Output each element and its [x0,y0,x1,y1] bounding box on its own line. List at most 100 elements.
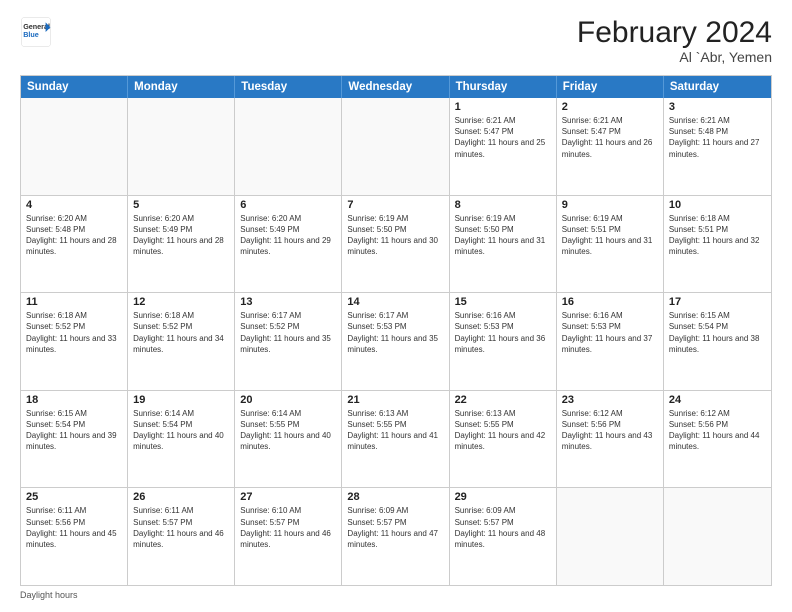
calendar-cell: 19Sunrise: 6:14 AMSunset: 5:54 PMDayligh… [128,391,235,488]
calendar-cell-empty [557,488,664,585]
day-number: 20 [240,394,336,406]
calendar-cell-empty [235,98,342,195]
day-number: 21 [347,394,443,406]
calendar-header-cell: Monday [128,76,235,98]
cell-info: Sunrise: 6:09 AMSunset: 5:57 PMDaylight:… [455,505,551,550]
cell-info: Sunrise: 6:14 AMSunset: 5:54 PMDaylight:… [133,408,229,453]
calendar-header-cell: Thursday [450,76,557,98]
calendar-cell: 28Sunrise: 6:09 AMSunset: 5:57 PMDayligh… [342,488,449,585]
day-number: 13 [240,296,336,308]
page-subtitle: Al `Abr, Yemen [577,49,772,65]
day-number: 8 [455,199,551,211]
calendar-cell: 8 Sunrise: 6:19 AMSunset: 5:50 PMDaylight… [450,196,557,293]
calendar-header-cell: Wednesday [342,76,449,98]
day-number: 3 [669,101,766,113]
cell-info: Sunrise: 6:10 AMSunset: 5:57 PMDaylight:… [240,505,336,550]
calendar-cell: 20 Sunrise: 6:14 AMSunset: 5:55 PMDayligh… [235,391,342,488]
cell-info: Sunrise: 6:19 AMSunset: 5:51 PMDaylight:… [562,213,658,258]
calendar-cell: 6 Sunrise: 6:20 AMSunset: 5:49 PMDaylight… [235,196,342,293]
calendar-header-cell: Saturday [664,76,771,98]
day-number: 9 [562,199,658,211]
calendar: SundayMondayTuesdayWednesdayThursdayFrid… [20,75,772,586]
day-number: 1 [455,101,551,113]
cell-info: Sunrise: 6:13 AMSunset: 5:55 PMDaylight:… [455,408,551,453]
calendar-cell: 18Sunrise: 6:15 AMSunset: 5:54 PMDayligh… [21,391,128,488]
cell-info: Sunrise: 6:21 AMSunset: 5:47 PMDaylight:… [455,115,551,160]
cell-info: Sunrise: 6:18 AMSunset: 5:52 PMDaylight:… [26,310,122,355]
calendar-body: 1 Sunrise: 6:21 AMSunset: 5:47 PMDaylight… [21,98,771,585]
day-number: 24 [669,394,766,406]
cell-info: Sunrise: 6:21 AMSunset: 5:48 PMDaylight:… [669,115,766,160]
cell-info: Sunrise: 6:12 AMSunset: 5:56 PMDaylight:… [562,408,658,453]
day-number: 11 [26,296,122,308]
calendar-row: 4 Sunrise: 6:20 AMSunset: 5:48 PMDaylight… [21,195,771,293]
footer-text: Daylight hours [20,590,78,600]
day-number: 6 [240,199,336,211]
calendar-header-cell: Tuesday [235,76,342,98]
calendar-cell: 17Sunrise: 6:15 AMSunset: 5:54 PMDayligh… [664,293,771,390]
calendar-cell: 24 Sunrise: 6:12 AMSunset: 5:56 PMDayligh… [664,391,771,488]
footer-note: Daylight hours [20,590,772,600]
calendar-cell: 11 Sunrise: 6:18 AMSunset: 5:52 PMDayligh… [21,293,128,390]
calendar-header-cell: Sunday [21,76,128,98]
calendar-cell: 3 Sunrise: 6:21 AMSunset: 5:48 PMDaylight… [664,98,771,195]
calendar-cell: 1 Sunrise: 6:21 AMSunset: 5:47 PMDaylight… [450,98,557,195]
cell-info: Sunrise: 6:11 AMSunset: 5:56 PMDaylight:… [26,505,122,550]
calendar-cell: 22 Sunrise: 6:13 AMSunset: 5:55 PMDayligh… [450,391,557,488]
calendar-cell: 5 Sunrise: 6:20 AMSunset: 5:49 PMDaylight… [128,196,235,293]
calendar-cell: 27 Sunrise: 6:10 AMSunset: 5:57 PMDayligh… [235,488,342,585]
calendar-cell: 23 Sunrise: 6:12 AMSunset: 5:56 PMDayligh… [557,391,664,488]
calendar-cell: 13 Sunrise: 6:17 AMSunset: 5:52 PMDayligh… [235,293,342,390]
day-number: 2 [562,101,658,113]
day-number: 14 [347,296,443,308]
logo: General Blue [20,16,52,48]
calendar-row: 25Sunrise: 6:11 AMSunset: 5:56 PMDayligh… [21,487,771,585]
day-number: 26 [133,491,229,503]
calendar-header-cell: Friday [557,76,664,98]
cell-info: Sunrise: 6:19 AMSunset: 5:50 PMDaylight:… [455,213,551,258]
calendar-cell: 25Sunrise: 6:11 AMSunset: 5:56 PMDayligh… [21,488,128,585]
cell-info: Sunrise: 6:13 AMSunset: 5:55 PMDaylight:… [347,408,443,453]
calendar-row: 11 Sunrise: 6:18 AMSunset: 5:52 PMDayligh… [21,292,771,390]
calendar-cell: 15 Sunrise: 6:16 AMSunset: 5:53 PMDayligh… [450,293,557,390]
calendar-cell: 16 Sunrise: 6:16 AMSunset: 5:53 PMDayligh… [557,293,664,390]
cell-info: Sunrise: 6:09 AMSunset: 5:57 PMDaylight:… [347,505,443,550]
cell-info: Sunrise: 6:16 AMSunset: 5:53 PMDaylight:… [455,310,551,355]
day-number: 4 [26,199,122,211]
day-number: 16 [562,296,658,308]
calendar-cell-empty [664,488,771,585]
cell-info: Sunrise: 6:20 AMSunset: 5:49 PMDaylight:… [240,213,336,258]
cell-info: Sunrise: 6:18 AMSunset: 5:51 PMDaylight:… [669,213,766,258]
day-number: 5 [133,199,229,211]
calendar-row: 1 Sunrise: 6:21 AMSunset: 5:47 PMDaylight… [21,98,771,195]
calendar-cell: 26 Sunrise: 6:11 AMSunset: 5:57 PMDayligh… [128,488,235,585]
cell-info: Sunrise: 6:14 AMSunset: 5:55 PMDaylight:… [240,408,336,453]
page-title: February 2024 [577,16,772,49]
calendar-cell: 21 Sunrise: 6:13 AMSunset: 5:55 PMDayligh… [342,391,449,488]
calendar-row: 18Sunrise: 6:15 AMSunset: 5:54 PMDayligh… [21,390,771,488]
cell-info: Sunrise: 6:11 AMSunset: 5:57 PMDaylight:… [133,505,229,550]
cell-info: Sunrise: 6:20 AMSunset: 5:49 PMDaylight:… [133,213,229,258]
day-number: 12 [133,296,229,308]
day-number: 10 [669,199,766,211]
cell-info: Sunrise: 6:15 AMSunset: 5:54 PMDaylight:… [669,310,766,355]
header: General Blue February 2024 Al `Abr, Yeme… [20,16,772,65]
svg-text:Blue: Blue [23,30,39,39]
logo-icon: General Blue [20,16,52,48]
cell-info: Sunrise: 6:12 AMSunset: 5:56 PMDaylight:… [669,408,766,453]
calendar-header: SundayMondayTuesdayWednesdayThursdayFrid… [21,76,771,98]
cell-info: Sunrise: 6:16 AMSunset: 5:53 PMDaylight:… [562,310,658,355]
day-number: 22 [455,394,551,406]
calendar-cell: 4 Sunrise: 6:20 AMSunset: 5:48 PMDaylight… [21,196,128,293]
cell-info: Sunrise: 6:18 AMSunset: 5:52 PMDaylight:… [133,310,229,355]
cell-info: Sunrise: 6:17 AMSunset: 5:52 PMDaylight:… [240,310,336,355]
calendar-cell-empty [21,98,128,195]
calendar-cell-empty [342,98,449,195]
calendar-cell: 10 Sunrise: 6:18 AMSunset: 5:51 PMDayligh… [664,196,771,293]
cell-info: Sunrise: 6:20 AMSunset: 5:48 PMDaylight:… [26,213,122,258]
day-number: 23 [562,394,658,406]
day-number: 15 [455,296,551,308]
calendar-cell: 12 Sunrise: 6:18 AMSunset: 5:52 PMDayligh… [128,293,235,390]
day-number: 27 [240,491,336,503]
page: General Blue February 2024 Al `Abr, Yeme… [0,0,792,612]
